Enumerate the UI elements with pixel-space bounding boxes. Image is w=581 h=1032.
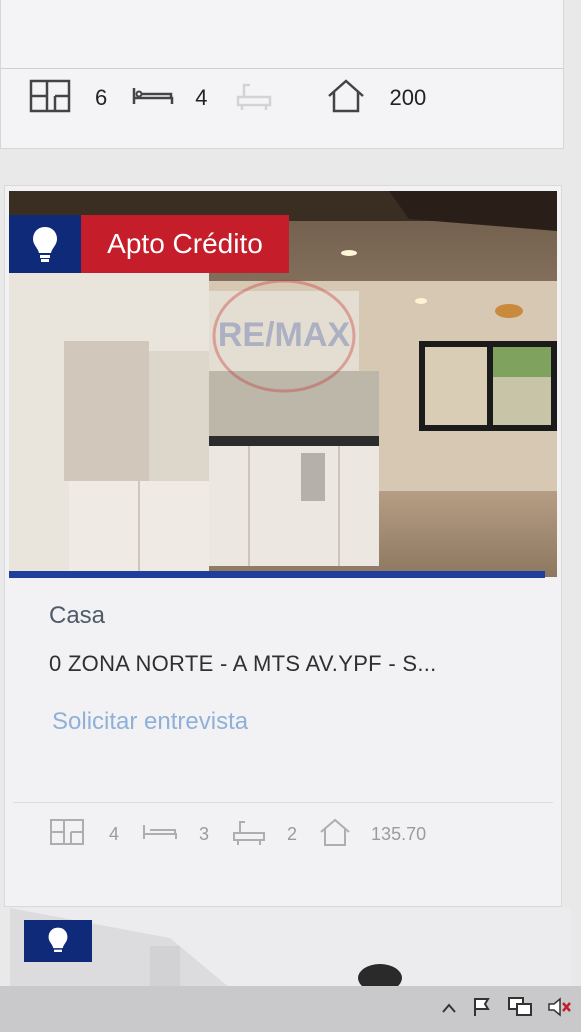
system-tray (441, 996, 573, 1023)
next-listing-card[interactable] (10, 908, 570, 988)
floorplan-icon (29, 79, 71, 118)
bath-icon (231, 817, 267, 852)
listing-card[interactable]: RE/MAX Apto Crédito Casa 0 ZONA NORTE - … (4, 185, 562, 907)
lightbulb-icon (24, 920, 92, 962)
taskbar (0, 986, 581, 1032)
rooms-value: 4 (109, 823, 120, 844)
house-icon (326, 78, 366, 119)
bed-icon (141, 822, 179, 847)
photo-accent-bar (9, 571, 545, 578)
chevron-up-icon[interactable] (441, 1001, 457, 1019)
bed-icon (131, 84, 175, 113)
card-divider (13, 802, 553, 803)
area-value: 135.70 (371, 823, 427, 844)
house-icon (319, 817, 351, 852)
network-icon[interactable] (507, 996, 533, 1023)
baths-value: 2 (287, 823, 298, 844)
svg-text:RE/MAX: RE/MAX (218, 316, 351, 354)
floorplan-icon (49, 818, 85, 851)
solicitar-entrevista-link[interactable]: Solicitar entrevista (52, 708, 248, 736)
rooms-value: 6 (95, 85, 108, 110)
card-divider (1, 68, 563, 69)
property-address[interactable]: 0 ZONA NORTE - A MTS AV.YPF - S... (49, 651, 437, 677)
listing-specs: 6 4 200 (29, 78, 426, 118)
listing-specs: 4 3 2 135.70 (49, 816, 426, 852)
flag-icon[interactable] (471, 996, 493, 1023)
volume-muted-icon[interactable] (547, 996, 573, 1023)
beds-value: 4 (195, 85, 208, 110)
next-photo-image (10, 908, 402, 988)
property-type: Casa (49, 602, 106, 629)
area-value: 200 (389, 85, 427, 110)
lightbulb-icon (9, 215, 81, 273)
property-photo[interactable]: RE/MAX Apto Crédito (9, 191, 557, 577)
previous-listing-card: 6 4 200 (0, 0, 564, 149)
bath-icon (234, 79, 274, 118)
apto-credito-badge: Apto Crédito (81, 215, 289, 273)
beds-value: 3 (199, 823, 210, 844)
